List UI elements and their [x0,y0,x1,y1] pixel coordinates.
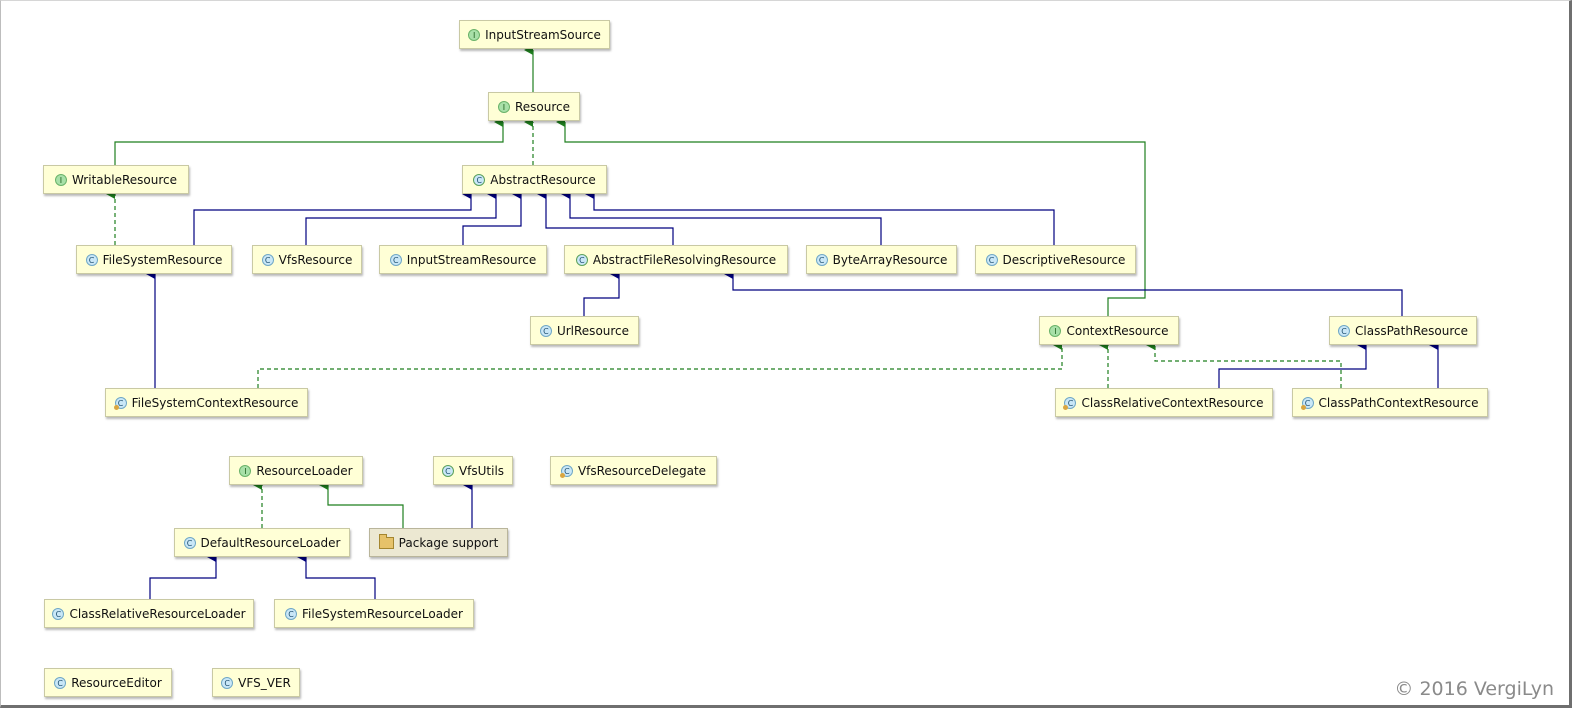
node-label: InputStreamSource [485,27,601,42]
node-filesystemresource[interactable]: C FileSystemResource [76,245,232,274]
node-label: VFS_VER [238,675,291,690]
class-icon: C [985,253,998,266]
copyright-watermark: © 2016 VergiLyn [1394,678,1554,700]
abstract-class-icon: C [473,173,486,186]
node-label: Package support [398,535,499,550]
inner-class-icon: C [113,396,127,410]
edge-urlresource-extends-abstractfileresolvingresource [583,269,620,316]
node-label: ResourceLoader [256,463,353,478]
inner-class-icon: C [1063,396,1077,410]
node-label: FileSystemResource [102,252,223,267]
node-vfsresource[interactable]: C VfsResource [252,245,362,274]
abstract-class-icon: C [441,464,454,477]
edge-classrelativecontextresource-extends-classpathresource [1218,340,1367,388]
package-folder-icon [378,533,394,549]
node-label: ClassRelativeContextResource [1081,395,1264,410]
node-vfs-ver[interactable]: C VFS_VER [212,668,300,697]
node-resourceloader[interactable]: I ResourceLoader [229,456,363,485]
node-descriptiveresource[interactable]: C DescriptiveResource [975,245,1136,274]
node-label: FileSystemResourceLoader [302,606,463,621]
interface-icon: I [54,173,67,186]
node-label: AbstractFileResolvingResource [592,252,777,267]
edge-filesystemresource-extends-abstractresource [193,189,472,245]
node-label: DescriptiveResource [1002,252,1126,267]
node-defaultresourceloader[interactable]: C DefaultResourceLoader [174,528,350,557]
class-icon: C [815,253,828,266]
node-classpathcontextresource[interactable]: C ClassPathContextResource [1292,388,1488,417]
node-label: FileSystemContextResource [131,395,299,410]
edge-filesystemresourceloader-extends-defaultresourceloader [297,552,376,599]
node-label: ClassPathContextResource [1318,395,1479,410]
edge-classrelativeresourceloader-extends-defaultresourceloader [149,552,217,599]
class-icon: C [285,607,298,620]
inner-class-icon: C [1300,396,1314,410]
class-icon: C [1338,324,1351,337]
interface-icon: I [468,28,481,41]
node-classpathresource[interactable]: C ClassPathResource [1329,316,1477,345]
class-icon: C [183,536,196,549]
edge-packagesupport-resourceloader [319,480,404,528]
class-icon: C [54,676,67,689]
class-icon: C [539,324,552,337]
node-abstractfileresolvingresource[interactable]: C AbstractFileResolvingResource [564,245,788,274]
node-label: ClassPathResource [1355,323,1468,338]
edge-contextresource-extends-resource [556,117,1146,316]
node-package-support[interactable]: Package support [369,528,508,557]
node-abstractresource[interactable]: C AbstractResource [462,165,607,194]
edge-vfsresource-extends-abstractresource [305,189,497,245]
node-resourceeditor[interactable]: C ResourceEditor [44,668,172,697]
node-label: InputStreamResource [406,252,537,267]
abstract-class-icon: C [575,253,588,266]
edge-inputstreamresource-extends-abstractresource [462,189,522,245]
node-filesystemresourceloader[interactable]: C FileSystemResourceLoader [274,599,474,628]
node-vfsutils[interactable]: C VfsUtils [433,456,513,485]
node-bytearrayresource[interactable]: C ByteArrayResource [806,245,957,274]
edge-descriptiveresource-extends-abstractresource [585,189,1055,245]
node-contextresource[interactable]: I ContextResource [1039,316,1179,345]
class-icon: C [261,253,274,266]
node-label: ClassRelativeResourceLoader [69,606,246,621]
edge-classpathresource-extends-abstractfileresolvingresource [724,269,1403,316]
node-classrelativeresourceloader[interactable]: C ClassRelativeResourceLoader [44,599,254,628]
interface-icon: I [497,100,510,113]
node-label: Resource [514,99,571,114]
edge-writableresource-extends-resource [114,117,504,165]
node-classrelativecontextresource[interactable]: C ClassRelativeContextResource [1055,388,1273,417]
inner-class-icon: C [559,464,573,478]
node-writableresource[interactable]: I WritableResource [43,165,189,194]
node-label: ContextResource [1066,323,1169,338]
edge-filesystemcontextresource-implements-contextresource [257,340,1063,388]
node-urlresource[interactable]: C UrlResource [530,316,639,345]
node-resource[interactable]: I Resource [488,92,580,121]
node-label: ResourceEditor [71,675,162,690]
edge-abstractfileresolvingresource-extends-abstractresource [537,189,674,245]
edge-bytearrayresource-extends-abstractresource [561,189,882,245]
class-icon: C [389,253,402,266]
class-icon: C [52,607,65,620]
class-icon: C [85,253,98,266]
node-label: VfsResourceDelegate [577,463,707,478]
interface-icon: I [1049,324,1062,337]
node-filesystemcontextresource[interactable]: C FileSystemContextResource [105,388,308,417]
node-label: VfsUtils [458,463,505,478]
node-label: ByteArrayResource [832,252,948,267]
node-inputstreamsource[interactable]: I InputStreamSource [459,20,610,49]
edge-classpathcontextresource-implements-contextresource [1146,340,1342,388]
node-label: UrlResource [556,323,630,338]
class-icon: C [221,676,234,689]
node-label: VfsResource [278,252,353,267]
node-label: DefaultResourceLoader [200,535,341,550]
node-label: AbstractResource [490,172,596,187]
interface-icon: I [239,464,252,477]
node-label: WritableResource [71,172,178,187]
node-inputstreamresource[interactable]: C InputStreamResource [379,245,547,274]
node-vfsresourcedelegate[interactable]: C VfsResourceDelegate [550,456,717,485]
